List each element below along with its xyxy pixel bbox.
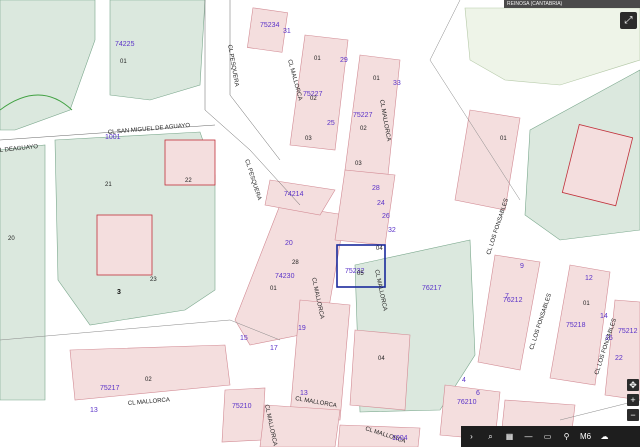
lot-number: 04 [378,356,385,362]
block-ref: 75227 [353,112,373,119]
share-button[interactable]: ☁ [596,428,613,445]
location-bar: REINOSA (CANTABRIA) [504,0,640,8]
map-toolbar: › ⌕ ▦ — ▭ ⚲ M6 ☁ [461,426,640,447]
block-number: 3 [117,289,121,296]
info-button[interactable]: ⚲ [558,428,575,445]
zoom-in-button[interactable]: + [627,394,639,406]
block-ref: 75212 [618,328,638,335]
house-number: 14 [600,313,608,320]
lot-number: 03 [355,161,362,167]
house-number: 15 [240,335,248,342]
parcel-block-75210[interactable] [221,387,266,443]
block-ref: 74214 [284,191,304,198]
lot-number: 28 [292,260,299,266]
lot-number: 01 [583,301,590,307]
lot-number: 02 [145,377,152,383]
house-number: 1004 [392,435,408,442]
house-number: 24 [377,200,385,207]
lot-number: 01 [120,59,127,65]
house-number: 19 [298,325,306,332]
block-ref: 74230 [275,273,295,280]
lot-number: 03 [305,136,312,142]
map-canvas[interactable]: CL PESQUERA CL MALLORCA CL MALLORCA CL S… [0,0,640,447]
house-number: 20 [285,240,293,247]
pan-button[interactable]: ✥ [627,379,639,391]
house-number: 9 [520,263,524,270]
next-button[interactable]: › [463,428,480,445]
info-icon: ⚲ [563,432,570,441]
green-area-left [0,144,46,401]
parcel-block-76217-left[interactable] [349,329,411,411]
lot-number: 05 [357,271,364,277]
house-number: 4 [462,377,466,384]
search-icon: ⌕ [488,431,493,441]
lot-number: 23 [150,277,157,283]
house-number: 12 [585,275,593,282]
house-number: 6 [476,390,480,397]
basemap-button[interactable]: M6 [577,428,594,445]
print-button[interactable]: ▭ [539,428,556,445]
zoom-controls: ✥ + − [627,379,640,424]
block-ref: 75217 [100,385,120,392]
lot-number: 22 [185,178,192,184]
parcel-block-23[interactable] [96,214,153,276]
lot-number: 20 [8,236,15,242]
house-number: 33 [393,80,401,87]
block-ref: 74225 [115,41,135,48]
lot-number: 01 [373,76,380,82]
block-ref: 75234 [260,22,280,29]
block-ref: 75210 [232,403,252,410]
block-ref: 75218 [566,322,586,329]
expand-icon: ⤢ [624,15,633,26]
crosshair-icon: ✥ [629,379,637,390]
lot-number: 01 [270,286,277,292]
lot-number: 02 [310,96,317,102]
house-number: 16 [605,335,613,342]
share-icon: ☁ [600,432,609,441]
green-area-top-mid [109,0,206,101]
lot-number: 04 [376,246,383,252]
map-icon: M6 [579,432,592,441]
house-number: 26 [382,213,390,220]
parcel-75234[interactable] [247,7,288,53]
block-ref: 76210 [457,399,477,406]
house-number: 1001 [105,134,121,141]
search-button[interactable]: ⌕ [482,428,499,445]
plus-icon: + [630,395,636,405]
house-number: 25 [327,120,335,127]
house-number: 13 [300,390,308,397]
lot-number: 02 [360,126,367,132]
block-ref: 76217 [422,285,442,292]
house-number: 31 [283,28,291,35]
layers-button[interactable]: ▦ [501,428,518,445]
fullscreen-button[interactable]: ⤢ [620,12,637,29]
print-icon: ▭ [543,432,552,441]
ruler-icon: — [524,432,533,441]
house-number: 22 [615,355,623,362]
lot-number: 21 [105,182,112,188]
measure-button[interactable]: — [520,428,537,445]
house-number: 29 [340,57,348,64]
house-number: 32 [388,227,396,234]
chevron-right-icon: › [470,432,473,441]
house-number: 13 [90,407,98,414]
parcel-column-center[interactable] [334,169,396,246]
house-number: 28 [372,185,380,192]
lot-number: 01 [314,56,321,62]
layers-icon: ▦ [505,432,514,441]
house-number: 7 [505,293,509,300]
lot-number: 01 [500,136,507,142]
minus-icon: − [630,410,636,420]
zoom-out-button[interactable]: − [627,409,639,421]
house-number: 17 [270,345,278,352]
